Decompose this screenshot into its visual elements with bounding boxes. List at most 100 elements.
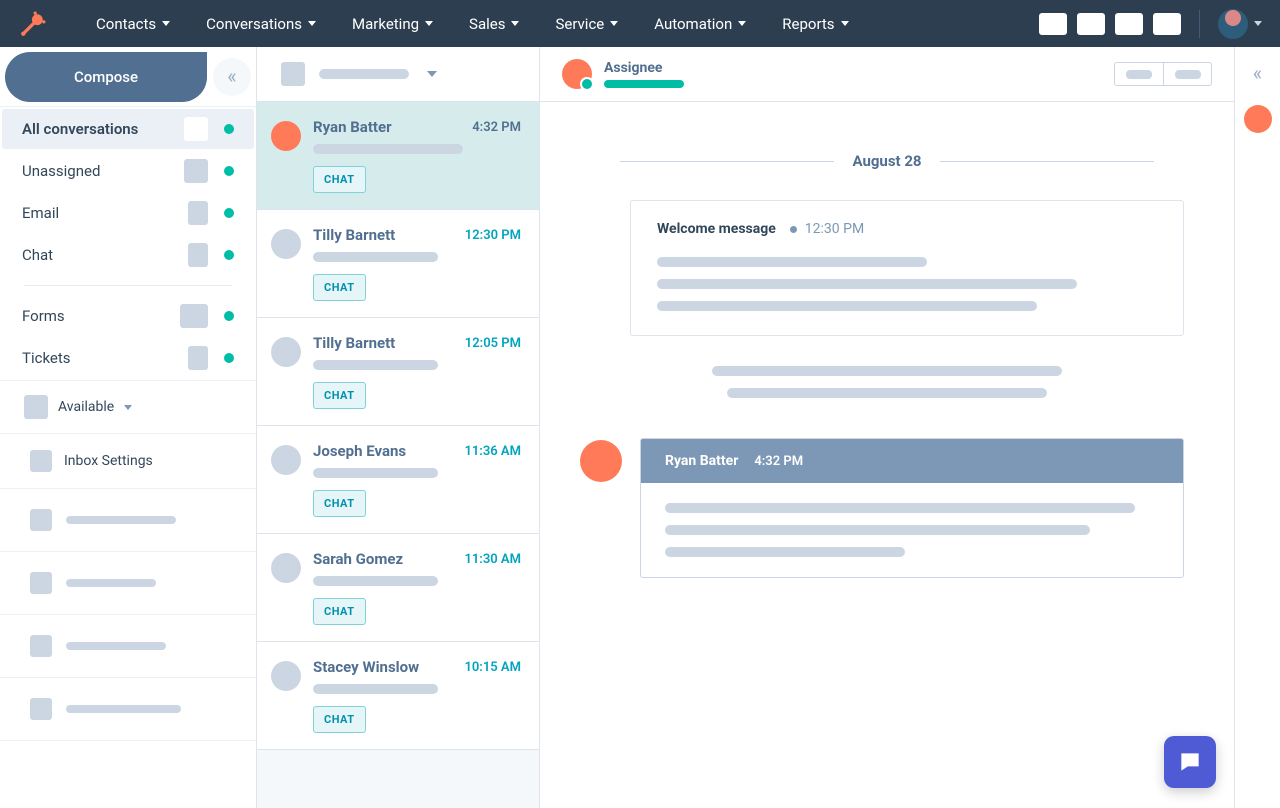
conversation-name: Tilly Barnett	[313, 226, 395, 244]
date-divider: August 28	[620, 152, 1154, 170]
conversation-preview-placeholder	[313, 252, 438, 262]
view-label-placeholder	[66, 642, 166, 650]
conversation-item[interactable]: Tilly Barnett 12:05 PM CHAT	[257, 318, 539, 426]
assignee-avatar[interactable]	[562, 59, 592, 89]
chevron-down-icon	[427, 71, 437, 77]
hubspot-logo-icon[interactable]	[18, 9, 48, 39]
filter-all-conversations[interactable]: All conversations	[2, 109, 254, 149]
filter-count-placeholder	[184, 117, 208, 141]
view-icon	[30, 572, 52, 594]
placeholder-icon	[1175, 70, 1201, 79]
nav-label: Conversations	[206, 15, 302, 33]
conversation-time: 11:36 AM	[458, 444, 521, 459]
text-line-placeholder	[657, 301, 1037, 311]
conversation-item[interactable]: Ryan Batter 4:32 PM CHAT	[257, 102, 539, 210]
nav-action-button[interactable]	[1077, 13, 1105, 35]
conversation-avatar	[271, 337, 301, 367]
conversation-preview-placeholder	[313, 144, 463, 154]
filter-unassigned[interactable]: Unassigned	[2, 151, 254, 191]
message-body-placeholder	[641, 483, 1183, 577]
conversation-item[interactable]: Tilly Barnett 12:30 PM CHAT	[257, 210, 539, 318]
filter-list: All conversations Unassigned Email Chat	[0, 107, 256, 380]
conversation-avatar	[271, 553, 301, 583]
conversation-filter-dropdown[interactable]	[257, 47, 539, 102]
filter-label: Email	[22, 204, 188, 222]
text-line-placeholder	[665, 525, 1090, 535]
view-item[interactable]	[0, 552, 256, 615]
chevron-down-icon	[162, 21, 170, 26]
channel-badge: CHAT	[313, 382, 366, 409]
nav-sales[interactable]: Sales	[451, 0, 537, 47]
text-line-placeholder	[665, 547, 905, 557]
expand-right-panel-button[interactable]: «	[1253, 61, 1262, 85]
chat-widget-button[interactable]	[1164, 736, 1216, 788]
nav-contacts[interactable]: Contacts	[78, 0, 188, 47]
filter-tickets[interactable]: Tickets	[2, 338, 254, 378]
nav-action-button[interactable]	[1153, 13, 1181, 35]
thread-action-button[interactable]	[1115, 63, 1163, 85]
thread-action-buttons	[1114, 62, 1212, 86]
chevron-down-icon	[511, 21, 519, 26]
conversation-avatar	[271, 229, 301, 259]
visitor-message-card: Ryan Batter 4:32 PM	[640, 438, 1184, 578]
text-line-placeholder	[657, 257, 927, 267]
nav-action-button[interactable]	[1115, 13, 1143, 35]
filter-forms[interactable]: Forms	[2, 296, 254, 336]
text-line-placeholder	[665, 503, 1135, 513]
nav-right-actions	[1039, 9, 1262, 39]
compose-button[interactable]: Compose	[5, 52, 207, 102]
conversation-list[interactable]: Ryan Batter 4:32 PM CHAT Tilly Barnett 1…	[257, 102, 539, 808]
thread-panel: Assignee August 28 Welcome message 12:30…	[540, 47, 1234, 808]
nav-conversations[interactable]: Conversations	[188, 0, 334, 47]
thread-body[interactable]: August 28 Welcome message 12:30 PM	[540, 102, 1234, 808]
filter-count-placeholder	[180, 304, 208, 328]
inbox-settings-link[interactable]: Inbox Settings	[0, 434, 256, 489]
view-label-placeholder	[66, 516, 176, 524]
dot-icon	[790, 226, 797, 233]
conversation-item[interactable]: Sarah Gomez 11:30 AM CHAT	[257, 534, 539, 642]
filter-count-placeholder	[188, 243, 208, 267]
view-item[interactable]	[0, 615, 256, 678]
gear-icon	[30, 450, 52, 472]
user-menu[interactable]	[1218, 9, 1262, 39]
assignee-name-placeholder	[604, 80, 684, 88]
conversation-item[interactable]: Stacey Winslow 10:15 AM CHAT	[257, 642, 539, 750]
inbox-settings-label: Inbox Settings	[64, 453, 153, 469]
nav-automation[interactable]: Automation	[636, 0, 764, 47]
filter-count-placeholder	[188, 201, 208, 225]
filter-email[interactable]: Email	[2, 193, 254, 233]
nav-reports[interactable]: Reports	[764, 0, 866, 47]
nav-action-button[interactable]	[1039, 13, 1067, 35]
chevron-down-icon	[841, 21, 849, 26]
system-event-placeholder	[580, 366, 1194, 398]
sender-name: Ryan Batter	[665, 453, 738, 469]
conversation-preview-placeholder	[313, 576, 438, 586]
user-avatar	[1218, 9, 1248, 39]
view-item[interactable]	[0, 489, 256, 552]
filter-chat[interactable]: Chat	[2, 235, 254, 275]
nav-marketing[interactable]: Marketing	[334, 0, 451, 47]
conversation-item[interactable]: Joseph Evans 11:36 AM CHAT	[257, 426, 539, 534]
conversation-avatar	[271, 661, 301, 691]
channel-badge: CHAT	[313, 274, 366, 301]
welcome-message-card: Welcome message 12:30 PM	[630, 200, 1184, 336]
channel-badge: CHAT	[313, 490, 366, 517]
thread-action-button[interactable]	[1163, 63, 1211, 85]
message-time: 4:32 PM	[754, 454, 803, 469]
placeholder-icon	[1126, 70, 1152, 79]
app-body: Compose All conversations Unassigned Ema…	[0, 47, 1280, 808]
nav-service[interactable]: Service	[537, 0, 636, 47]
view-label-placeholder	[66, 579, 156, 587]
chevron-down-icon	[1254, 21, 1262, 26]
conversation-time: 10:15 AM	[458, 660, 521, 675]
collapse-sidebar-button[interactable]	[213, 58, 251, 96]
availability-toggle[interactable]: Available	[0, 380, 256, 434]
contact-avatar[interactable]	[1244, 105, 1272, 133]
conversation-name: Stacey Winslow	[313, 658, 419, 676]
assignee-block[interactable]: Assignee	[604, 60, 684, 88]
channel-badge: CHAT	[313, 598, 366, 625]
conversation-time: 4:32 PM	[472, 120, 521, 135]
chevron-down-icon	[124, 405, 132, 410]
conversation-name: Tilly Barnett	[313, 334, 395, 352]
view-item[interactable]	[0, 678, 256, 741]
